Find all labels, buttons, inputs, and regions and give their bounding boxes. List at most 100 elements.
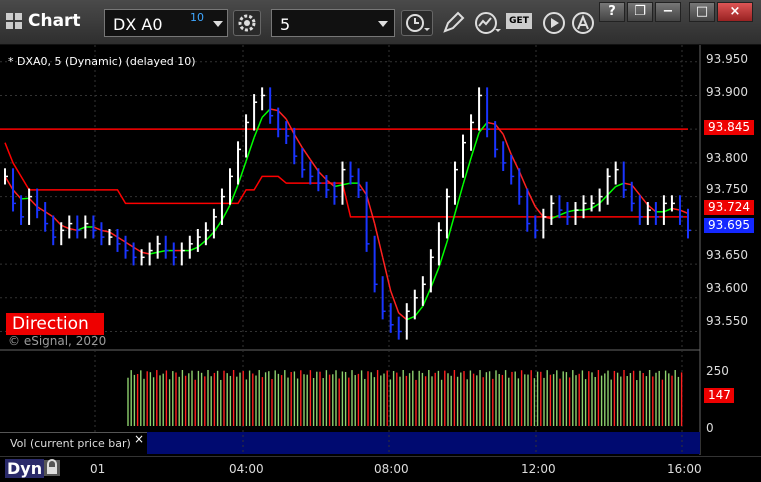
price-tick: 93.750 — [706, 182, 748, 196]
moving-average-segment — [591, 202, 601, 210]
volume-tick: 250 — [706, 364, 729, 378]
moving-average-segment — [663, 207, 673, 213]
gear-icon — [238, 14, 256, 32]
moving-average-segment — [414, 305, 424, 317]
moving-average-segment — [36, 206, 46, 213]
moving-average-segment — [389, 290, 400, 314]
price-tag-last: 93.695 — [704, 218, 754, 233]
moving-average-segment — [422, 287, 432, 307]
moving-average-segment — [502, 133, 512, 155]
price-tick: 93.800 — [706, 151, 748, 165]
price-tag-upper: 93.845 — [704, 120, 754, 135]
moving-average-segment — [406, 315, 416, 321]
moving-average-segment — [583, 207, 592, 211]
time-tick: 01 — [90, 462, 106, 476]
moving-average-segment — [157, 249, 166, 254]
time-tick: 12:00 — [521, 462, 556, 476]
moving-average-segment — [631, 184, 641, 196]
help-button[interactable]: ? — [599, 2, 625, 22]
volume-tag: 147 — [704, 388, 734, 403]
moving-average-segment — [12, 189, 22, 200]
moving-average-segment — [679, 209, 689, 215]
moving-average-segment — [446, 213, 456, 243]
moving-average-segment — [101, 229, 110, 233]
price-tag-mid: 93.724 — [704, 200, 754, 215]
volume-scroll-band — [147, 432, 700, 454]
moving-average-segment — [462, 157, 472, 186]
direction-label: Direction — [6, 313, 104, 335]
symbol-input[interactable]: DX A0 10 — [104, 9, 228, 37]
alert-icon[interactable] — [570, 10, 596, 36]
moving-average-segment — [270, 108, 279, 112]
time-tick: 08:00 — [374, 462, 409, 476]
copyright-text: © eSignal, 2020 — [8, 334, 107, 348]
time-tick: 04:00 — [229, 462, 264, 476]
moving-average-segment — [293, 133, 303, 149]
moving-average-segment — [478, 121, 488, 134]
moving-average-segment — [309, 159, 319, 172]
symbol-delay-badge: 10 — [190, 11, 204, 24]
time-button[interactable] — [401, 10, 433, 36]
moving-average-segment — [486, 121, 496, 125]
price-tick: 93.650 — [706, 248, 748, 262]
maximize-button[interactable]: □ — [689, 2, 715, 22]
study-icon[interactable] — [473, 10, 503, 36]
moving-average-segment — [623, 182, 632, 186]
moving-average-segment — [301, 147, 311, 160]
interval-input[interactable]: 5 — [271, 9, 395, 37]
moving-average-segment — [430, 267, 440, 288]
clock-icon — [406, 14, 430, 32]
moving-average-segment — [44, 211, 54, 218]
volume-bars — [127, 370, 683, 426]
price-tick: 93.550 — [706, 314, 748, 328]
moving-average-segment — [60, 224, 70, 230]
moving-average-segment — [197, 239, 207, 248]
close-icon[interactable]: × — [134, 432, 144, 446]
pencil-icon[interactable] — [440, 10, 466, 36]
restore-button[interactable]: ❐ — [627, 2, 653, 22]
chevron-down-icon[interactable] — [213, 21, 223, 27]
chart-lines — [0, 108, 689, 321]
window-title: Chart — [28, 11, 81, 31]
lock-icon[interactable] — [42, 458, 62, 478]
moving-average-segment — [28, 197, 38, 208]
moving-average-segment — [261, 108, 271, 118]
chart-grid-icon — [6, 13, 22, 29]
moving-average-segment — [229, 184, 239, 206]
play-icon[interactable] — [541, 10, 567, 36]
chevron-down-icon[interactable] — [378, 21, 388, 27]
time-tick: 16:00 — [667, 462, 702, 476]
settings-button[interactable] — [233, 10, 261, 36]
red-trend-line — [4, 142, 688, 218]
moving-average-segment — [398, 312, 408, 321]
close-button[interactable]: × — [717, 2, 753, 22]
minimize-button[interactable]: − — [655, 2, 681, 22]
moving-average-segment — [534, 206, 544, 218]
moving-average-segment — [205, 231, 215, 241]
price-tick: 93.950 — [706, 52, 748, 66]
moving-average-segment — [510, 154, 520, 172]
moving-average-segment — [109, 231, 118, 238]
moving-average-segment — [221, 204, 231, 221]
moving-average-segment — [245, 137, 255, 162]
moving-average-segment — [149, 251, 158, 255]
moving-average-segment — [189, 246, 199, 252]
dynamic-button[interactable]: Dyn — [5, 459, 45, 478]
moving-average-segment — [615, 182, 625, 188]
price-chart[interactable] — [0, 45, 761, 481]
interval-value: 5 — [280, 15, 291, 34]
moving-average-segment — [607, 185, 617, 196]
moving-average-segment — [285, 118, 295, 135]
title-bar: Chart DX A0 10 5 GET ? ❐ − □ × — [0, 0, 761, 45]
moving-average-segment — [317, 170, 327, 181]
moving-average-segment — [381, 257, 392, 292]
price-bars — [4, 87, 691, 340]
moving-average-segment — [237, 160, 247, 186]
moving-average-segment — [671, 207, 681, 211]
moving-average-segment — [21, 197, 30, 200]
get-button[interactable]: GET — [506, 13, 532, 29]
moving-average-segment — [567, 209, 576, 213]
study-label: * DXA0, 5 (Dynamic) (delayed 10) — [8, 55, 196, 68]
volume-label: Vol (current price bar) — [10, 437, 131, 450]
moving-average-segment — [4, 176, 14, 191]
